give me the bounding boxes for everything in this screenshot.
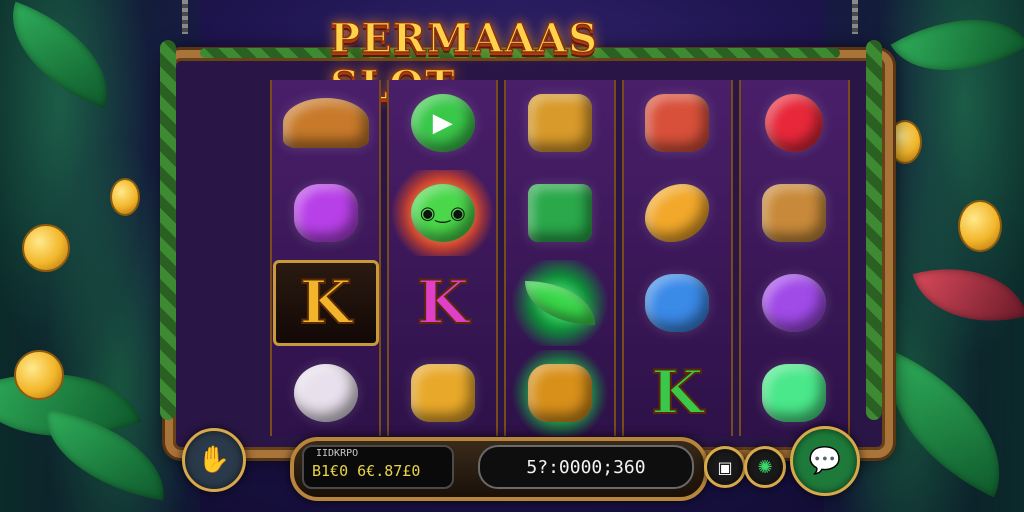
reel-cell: K <box>272 260 379 346</box>
purple-gem-icon <box>293 184 358 242</box>
bet-value: 5?:0000;360 <box>526 456 646 478</box>
green-jade-icon <box>762 364 827 422</box>
green-chest-icon <box>527 184 592 242</box>
hand-button[interactable]: ✋ <box>182 428 246 492</box>
reel-cell <box>624 170 731 256</box>
gold-coin-icon <box>888 120 922 164</box>
reel-cell <box>624 260 731 346</box>
reel-cell <box>506 170 613 256</box>
gold-coin-icon <box>110 178 140 216</box>
reel-grid: K ▶ ◉‿◉ K K <box>270 80 850 436</box>
reel <box>738 80 850 436</box>
red-mask-icon <box>645 94 710 152</box>
k-letter: K <box>299 268 353 338</box>
square-button[interactable]: ▣ <box>704 446 746 488</box>
reel-cell: K <box>389 260 496 346</box>
reel-cell <box>506 350 614 436</box>
gold-coin-icon <box>22 224 70 272</box>
reel-cell: K <box>624 350 731 436</box>
square-icon: ▣ <box>717 457 733 477</box>
balance-label: IIDKRPO <box>316 448 359 459</box>
hand-icon: ✋ <box>197 445 231 475</box>
chain-decoration <box>852 0 858 34</box>
purple-ring-icon <box>762 274 827 332</box>
reel <box>504 80 616 436</box>
vine-decoration <box>160 40 176 420</box>
gold-coin-icon <box>958 200 1002 252</box>
settings-button[interactable]: ✺ <box>744 446 786 488</box>
k-symbol-tile: K <box>272 260 379 346</box>
golden-fish-icon <box>645 184 710 242</box>
reel: ▶ ◉‿◉ K <box>387 80 499 436</box>
blue-gem-bird-icon <box>645 274 710 332</box>
chat-icon: 💬 <box>808 446 842 476</box>
reel-cell <box>389 350 496 436</box>
reel-cell <box>741 170 848 256</box>
reel-cell <box>272 350 379 436</box>
settings-icon: ✺ <box>757 456 773 478</box>
chain-decoration <box>182 0 188 34</box>
bet-display[interactable]: 5?:0000;360 <box>478 445 694 489</box>
red-fruit-icon <box>765 94 824 152</box>
reel-cell <box>741 260 848 346</box>
gold-block-icon <box>527 94 592 152</box>
potion-jar-icon <box>762 184 827 242</box>
k-letter: K <box>650 358 704 428</box>
vine-decoration <box>866 40 882 420</box>
green-play-ring-icon: ▶ <box>410 94 475 152</box>
white-pearl-icon <box>293 364 358 422</box>
reel: K <box>621 80 733 436</box>
reel: K <box>270 80 382 436</box>
reel-cell <box>272 80 379 166</box>
hat-icon <box>282 98 369 148</box>
reel-cell: ▶ <box>389 80 496 166</box>
gold-coin-icon <box>14 350 64 400</box>
chat-button[interactable]: 💬 <box>790 426 860 496</box>
reel-cell <box>506 260 614 346</box>
green-leaf-icon <box>524 281 595 325</box>
balance-value: B1€0 6€.87£0 <box>312 462 421 480</box>
reel-cell <box>741 80 848 166</box>
reel-cell: ◉‿◉ <box>389 170 497 256</box>
gold-scroll-icon <box>527 364 592 422</box>
reel-cell <box>506 80 613 166</box>
reel-cell <box>624 80 731 166</box>
k-letter: K <box>416 268 470 338</box>
reel-cell <box>741 350 848 436</box>
reel-cell <box>272 170 379 256</box>
gold-flower-icon <box>410 364 475 422</box>
frog-with-glasses-icon: ◉‿◉ <box>410 184 475 242</box>
